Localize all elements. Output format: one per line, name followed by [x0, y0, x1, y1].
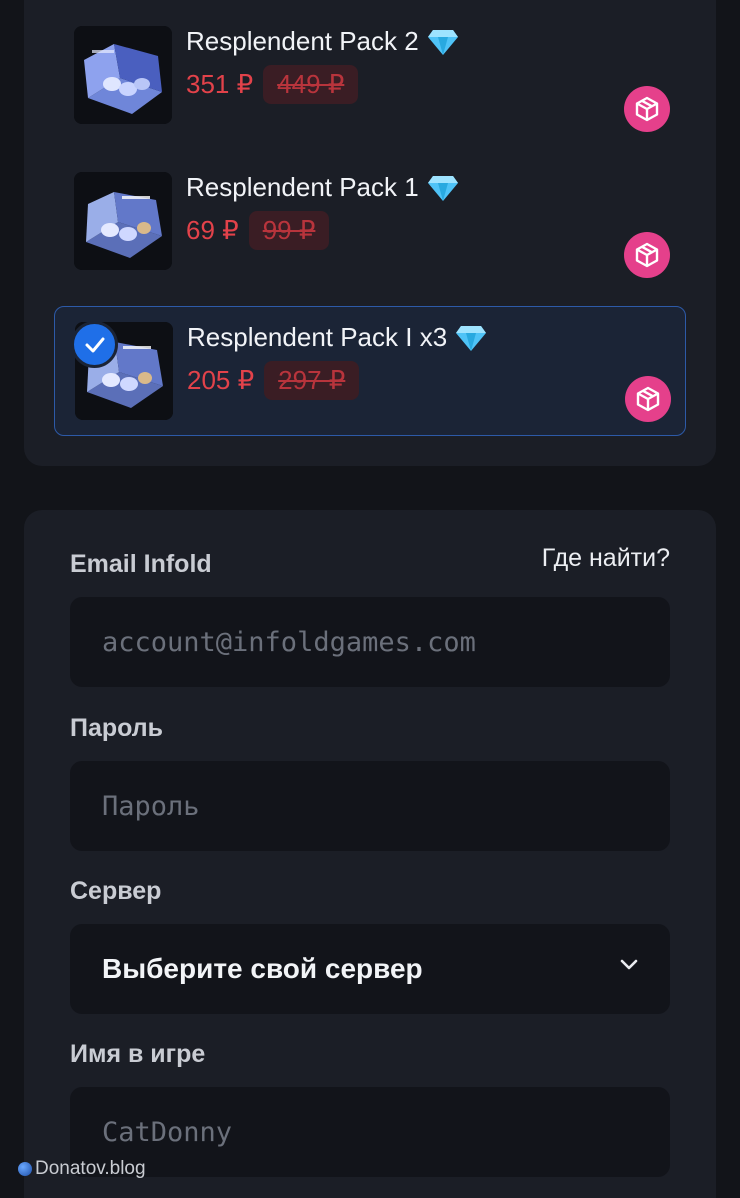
product-item-pack-1-x3[interactable]: Resplendent Pack I x3 205 ₽ 297 ₽ [54, 306, 686, 436]
product-title: Resplendent Pack I x3 [187, 322, 487, 353]
account-form: Email Infold Где найти? Пароль Сервер Вы… [24, 510, 716, 1198]
password-field[interactable] [70, 761, 670, 851]
product-prices: 69 ₽ 99 ₽ [186, 210, 330, 250]
server-select-value: Выберите свой сервер [102, 953, 423, 984]
nickname-field[interactable] [70, 1087, 670, 1177]
email-label: Email Infold [70, 550, 212, 578]
nickname-label: Имя в игре [70, 1040, 206, 1068]
server-label: Сервер [70, 877, 162, 905]
gem-icon [427, 174, 459, 202]
gem-icon [427, 28, 459, 56]
product-prices: 351 ₽ 449 ₽ [186, 64, 359, 104]
cube-icon[interactable] [625, 376, 671, 422]
email-input[interactable] [102, 626, 642, 658]
page: Resplendent Pack 2 351 ₽ 449 ₽ Resplende… [0, 0, 740, 1198]
product-prices: 205 ₽ 297 ₽ [187, 360, 360, 400]
old-price: 297 ₽ [264, 360, 360, 400]
cube-icon[interactable] [624, 232, 670, 278]
password-label: Пароль [70, 714, 164, 742]
price: 69 ₽ [186, 214, 239, 245]
chevron-down-icon [618, 957, 640, 976]
email-field[interactable] [70, 597, 670, 687]
product-title: Resplendent Pack 1 [186, 172, 459, 203]
watermark-logo-icon [18, 1162, 32, 1176]
products-card: Resplendent Pack 2 351 ₽ 449 ₽ Resplende… [24, 0, 716, 466]
check-icon [71, 321, 118, 368]
password-input[interactable] [102, 790, 642, 822]
product-image [74, 172, 172, 270]
product-item-pack-1[interactable]: Resplendent Pack 1 69 ₽ 99 ₽ [54, 156, 686, 286]
nickname-input[interactable] [102, 1116, 642, 1148]
server-select[interactable]: Выберите свой сервер [70, 924, 670, 1014]
price: 351 ₽ [186, 68, 254, 99]
product-image [74, 26, 172, 124]
where-to-find-link[interactable]: Где найти? [542, 544, 670, 573]
price: 205 ₽ [187, 364, 255, 395]
gem-icon [455, 324, 487, 352]
watermark-text: Donatov.blog [35, 1158, 146, 1179]
cube-icon[interactable] [624, 86, 670, 132]
product-item-pack-2[interactable]: Resplendent Pack 2 351 ₽ 449 ₽ [54, 10, 686, 140]
watermark: Donatov.blog [18, 1158, 146, 1180]
old-price: 99 ₽ [248, 210, 330, 250]
old-price: 449 ₽ [263, 64, 359, 104]
product-title: Resplendent Pack 2 [186, 26, 459, 57]
